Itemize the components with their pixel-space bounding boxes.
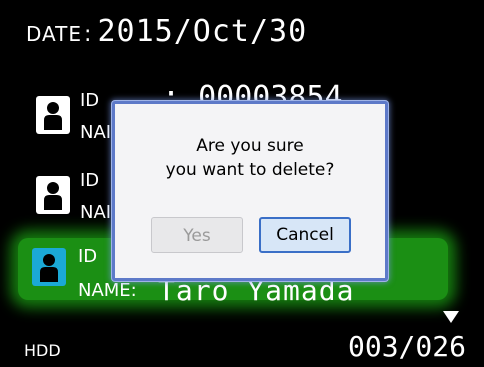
scroll-down-arrow-icon[interactable] [443, 311, 459, 323]
dialog-message: Are you sure you want to delete? [115, 134, 385, 182]
date-colon: : [84, 22, 92, 47]
cancel-button[interactable]: Cancel [259, 217, 351, 253]
id-label: ID [80, 90, 100, 111]
page-counter: 003/026 [347, 330, 466, 363]
delete-confirm-dialog: Are you sure you want to delete? Yes Can… [112, 101, 388, 281]
name-label: NAME: [78, 280, 137, 301]
date-label: DATE [26, 22, 83, 46]
person-icon [32, 248, 66, 286]
date-value: 2015/Oct/30 [97, 14, 308, 49]
person-icon [36, 176, 70, 214]
dialog-message-line1: Are you sure [196, 136, 304, 156]
dialog-message-line2: you want to delete? [165, 160, 335, 180]
date-header: DATE : 2015/Oct/30 [26, 14, 307, 54]
id-label: ID [80, 170, 100, 191]
id-label: ID [78, 246, 98, 267]
name-label: NAI [80, 202, 112, 223]
name-label: NAI [80, 122, 112, 143]
yes-button[interactable]: Yes [151, 217, 243, 253]
person-icon [36, 96, 70, 134]
storage-label: HDD [24, 341, 61, 360]
